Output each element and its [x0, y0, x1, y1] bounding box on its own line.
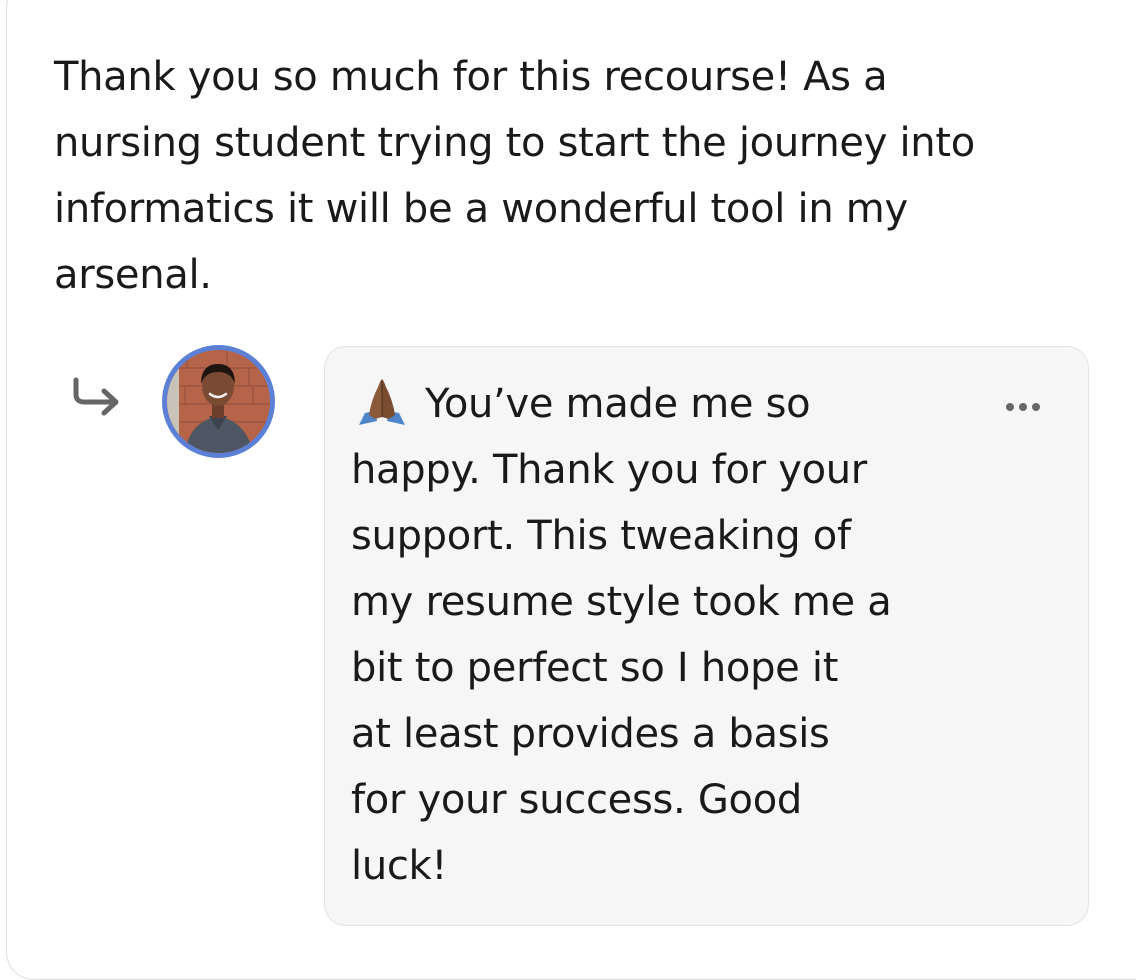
reply-arrow-icon: [66, 374, 126, 418]
avatar[interactable]: [162, 345, 275, 458]
more-options-icon: [1032, 403, 1040, 411]
folded-hands-icon: [351, 375, 413, 425]
more-options-button[interactable]: [995, 395, 1051, 419]
more-options-icon: [1019, 403, 1027, 411]
comment-text: Thank you so much for this recourse! As …: [54, 54, 975, 298]
reply-bubble: You’ve made me so happy. Thank you for y…: [324, 346, 1089, 926]
more-options-icon: [1006, 403, 1014, 411]
reply-text: You’ve made me so happy. Thank you for y…: [351, 371, 991, 899]
reply-message: You’ve made me so happy. Thank you for y…: [351, 381, 892, 889]
